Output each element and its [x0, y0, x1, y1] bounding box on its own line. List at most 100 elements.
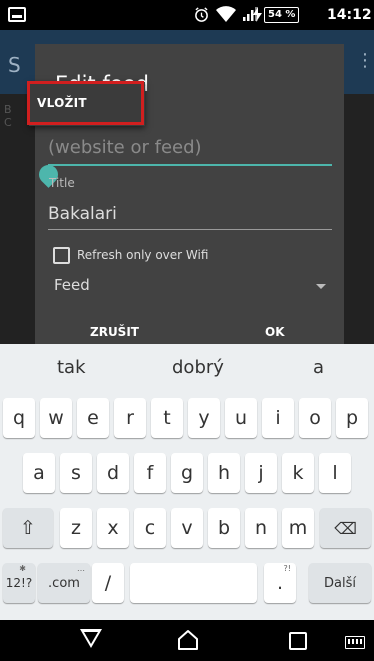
key-d-label: d	[106, 462, 120, 484]
back-icon[interactable]	[80, 629, 102, 648]
status-bar: 54 % 14:12	[0, 0, 374, 30]
key-q-label: q	[12, 407, 26, 429]
symbols-key[interactable]: 12!? ✱	[3, 563, 35, 603]
key-j[interactable]: j	[245, 453, 277, 493]
ok-button[interactable]: OK	[265, 325, 285, 339]
key-t-label: t	[163, 407, 171, 429]
space-key[interactable]	[130, 563, 257, 603]
key-f[interactable]: f	[134, 453, 166, 493]
key-o-label: o	[309, 407, 321, 429]
suggestion-3[interactable]: a	[313, 357, 324, 378]
key-p[interactable]: p	[336, 398, 368, 438]
key-b[interactable]: b	[208, 508, 240, 548]
app-title: S	[8, 53, 21, 77]
charging-icon	[253, 7, 262, 22]
home-icon[interactable]	[177, 629, 199, 651]
key-w-label: w	[48, 407, 64, 429]
key-a[interactable]: a	[23, 453, 55, 493]
suggestion-2[interactable]: dobrý	[172, 357, 224, 378]
key-a-label: a	[33, 462, 45, 484]
title-label: Title	[49, 176, 75, 190]
wifi-only-label[interactable]: Refresh only over Wifi	[77, 248, 208, 262]
key-l[interactable]: l	[319, 453, 351, 493]
key-e-label: e	[87, 407, 99, 429]
key-c[interactable]: c	[134, 508, 166, 548]
key-u-label: u	[234, 407, 248, 429]
key-t[interactable]: t	[151, 398, 183, 438]
key-l-label: l	[332, 462, 338, 484]
key-y[interactable]: y	[188, 398, 220, 438]
key-r[interactable]: r	[114, 398, 146, 438]
key-u[interactable]: u	[225, 398, 257, 438]
overflow-menu-icon: ⋮	[356, 50, 374, 71]
title-value: Bakalari	[48, 204, 117, 224]
key-n-label: n	[254, 517, 268, 539]
slash-key[interactable]: /	[92, 563, 124, 603]
period-key-label: .	[276, 572, 284, 594]
wifi-only-checkbox[interactable]	[53, 247, 70, 264]
key-x[interactable]: x	[97, 508, 129, 548]
key-z[interactable]: z	[60, 508, 92, 548]
key-k[interactable]: k	[282, 453, 314, 493]
slash-key-label: /	[104, 572, 112, 594]
key-g[interactable]: g	[171, 453, 203, 493]
enter-key[interactable]: Další	[309, 563, 371, 603]
key-d[interactable]: d	[97, 453, 129, 493]
url-input[interactable]: (website or feed)	[48, 137, 332, 165]
key-y-label: y	[198, 407, 210, 429]
period-key[interactable]: .?!	[264, 563, 296, 603]
recents-icon[interactable]	[289, 632, 307, 650]
title-input-underline	[48, 229, 332, 230]
dotcom-key[interactable]: .com …	[38, 563, 90, 603]
shift-key[interactable]: ⇧	[3, 508, 53, 548]
backspace-key[interactable]: ⌫	[320, 508, 371, 548]
key-i-label: i	[275, 407, 281, 429]
key-h[interactable]: h	[208, 453, 240, 493]
alarm-icon	[195, 7, 208, 22]
dotcom-key-hint: …	[77, 564, 85, 573]
app-list-text: B C	[4, 103, 12, 129]
suggestion-1[interactable]: tak	[57, 357, 86, 378]
battery-level: 54 %	[264, 7, 300, 23]
key-b-label: b	[217, 517, 231, 539]
dropdown-arrow-icon	[316, 284, 326, 289]
highlight-box	[27, 81, 144, 125]
backspace-key-label: ⌫	[334, 518, 357, 538]
url-input-underline	[48, 164, 332, 166]
key-c-label: c	[144, 517, 156, 539]
key-m-label: m	[288, 517, 308, 539]
wifi-icon	[216, 6, 236, 22]
key-q[interactable]: q	[3, 398, 35, 438]
symbols-key-label: 12!?	[5, 576, 33, 590]
key-z-label: z	[71, 517, 81, 539]
key-e[interactable]: e	[77, 398, 109, 438]
key-s-label: s	[71, 462, 81, 484]
key-g-label: g	[180, 462, 194, 484]
image-icon	[8, 7, 26, 22]
key-k-label: k	[292, 462, 304, 484]
key-r-label: r	[126, 407, 134, 429]
feed-type-value: Feed	[54, 276, 90, 294]
title-input[interactable]: Bakalari	[48, 204, 332, 228]
period-key-hint: ?!	[283, 564, 291, 573]
key-v[interactable]: v	[171, 508, 203, 548]
key-j-label: j	[258, 462, 264, 484]
clock: 14:12	[327, 7, 372, 23]
cancel-button[interactable]: ZRUŠIT	[90, 325, 139, 339]
key-x-label: x	[107, 517, 119, 539]
feed-type-select[interactable]: Feed	[48, 274, 332, 298]
url-placeholder: (website or feed)	[48, 137, 202, 158]
dotcom-key-label: .com	[48, 575, 80, 591]
key-v-label: v	[181, 517, 193, 539]
shift-key-label: ⇧	[20, 517, 36, 539]
keyboard-icon[interactable]	[345, 636, 365, 649]
key-p-label: p	[345, 407, 359, 429]
key-i[interactable]: i	[262, 398, 294, 438]
key-f-label: f	[146, 462, 154, 484]
key-n[interactable]: n	[245, 508, 277, 548]
key-m[interactable]: m	[282, 508, 314, 548]
settings-icon: ✱	[19, 564, 26, 573]
key-s[interactable]: s	[60, 453, 92, 493]
key-w[interactable]: w	[40, 398, 72, 438]
key-o[interactable]: o	[299, 398, 331, 438]
